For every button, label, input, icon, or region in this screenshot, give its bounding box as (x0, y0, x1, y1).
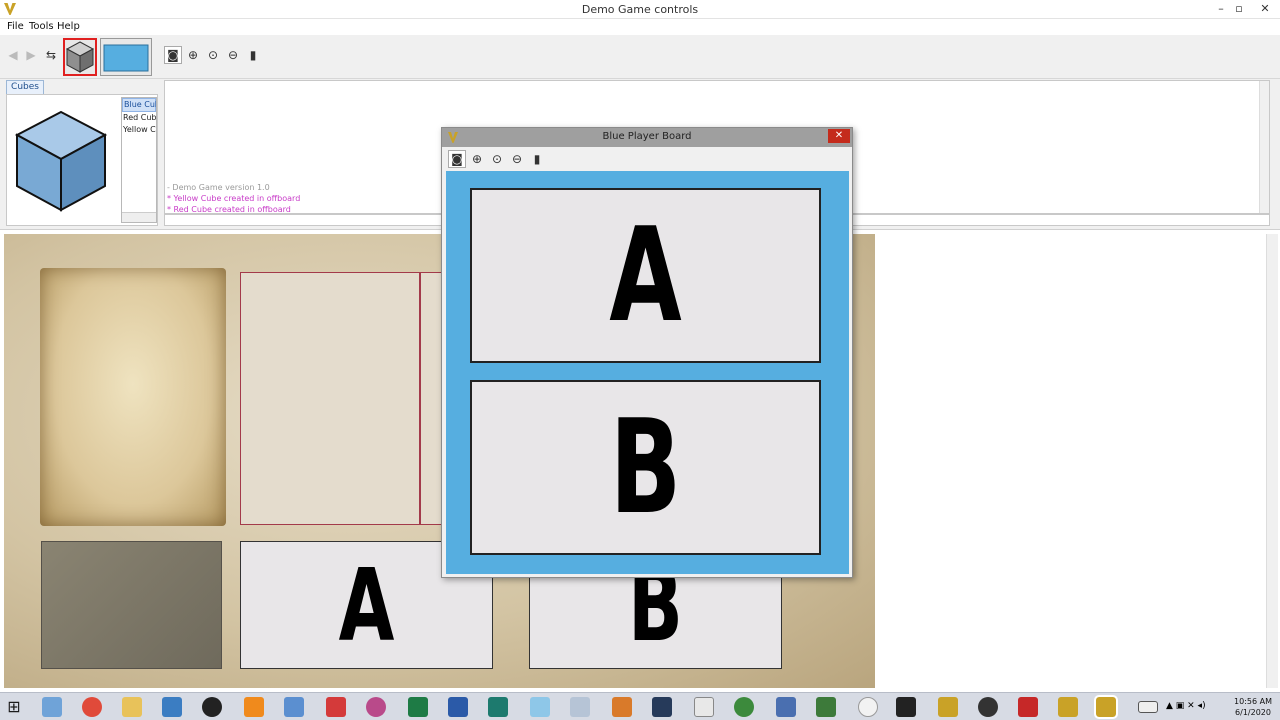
obs-icon[interactable] (978, 697, 998, 717)
list-hscrollbar[interactable] (122, 212, 156, 222)
board-card-a[interactable]: A (470, 188, 821, 363)
overview-icon[interactable]: ▮ (528, 150, 546, 168)
list-item-red-cube[interactable]: Red Cube (122, 112, 156, 124)
cube-list[interactable]: Blue Cube Red Cube Yellow Cube (121, 97, 157, 223)
menu-file[interactable]: File (7, 21, 24, 32)
tray-icons[interactable]: ▲ ▣ ✕ ◂) (1166, 701, 1206, 711)
list-item-yellow-cube[interactable]: Yellow Cube (122, 124, 156, 136)
blue-board-icon (103, 44, 149, 72)
vlc-icon[interactable] (244, 697, 264, 717)
chat-scrollbar[interactable] (1259, 81, 1269, 213)
app-icon[interactable] (816, 697, 836, 717)
vassal-icon[interactable] (938, 697, 958, 717)
swap-icon[interactable]: ⇆ (42, 46, 60, 64)
minimize-button[interactable]: – (1212, 2, 1230, 15)
zoom-out-icon[interactable]: ⊖ (224, 46, 242, 64)
dialog-title-bar[interactable]: Blue Player Board ✕ (442, 128, 852, 147)
gray-cube-icon (65, 41, 95, 73)
card-letter: A (609, 199, 682, 351)
word-icon[interactable] (448, 697, 468, 717)
zoom-out-icon[interactable]: ⊖ (508, 150, 526, 168)
undo-icon[interactable]: ◀ (4, 46, 22, 64)
camera-icon[interactable]: ◙ (164, 46, 182, 64)
excel-icon[interactable] (408, 697, 428, 717)
chat-line: * Yellow Cube created in offboard (167, 194, 301, 203)
clock-time: 10:56 AM (1234, 697, 1272, 706)
dialog-close-button[interactable]: ✕ (828, 129, 850, 143)
discard-card[interactable] (240, 272, 420, 525)
menu-bar: File Tools Help (0, 19, 1280, 35)
terminal-icon[interactable] (896, 697, 916, 717)
palette-panel: Blue Cube Red Cube Yellow Cube (6, 94, 158, 226)
chrome-icon[interactable] (82, 697, 102, 717)
publisher-icon[interactable] (488, 697, 508, 717)
close-button[interactable]: ✕ (1256, 2, 1274, 15)
dialog-title: Blue Player Board (602, 131, 692, 142)
itunes-icon[interactable] (858, 697, 878, 717)
vassal-icon[interactable] (1094, 695, 1118, 719)
app-icon[interactable] (694, 697, 714, 717)
app-icon[interactable] (326, 697, 346, 717)
app-icon[interactable] (776, 697, 796, 717)
network-icon[interactable] (162, 697, 182, 717)
card-letter: A (338, 547, 395, 664)
zoom-in-icon[interactable]: ⊕ (184, 46, 202, 64)
app-icon[interactable] (284, 697, 304, 717)
app-icon[interactable] (734, 697, 754, 717)
app-icon[interactable] (366, 697, 386, 717)
piece-palette: Cubes Blue Cube Red Cube Yellow Cube (4, 80, 158, 226)
cube-toolbar-button[interactable] (63, 38, 97, 76)
explorer-icon[interactable] (42, 697, 62, 717)
folder-icon[interactable] (122, 697, 142, 717)
camera-icon[interactable]: ◙ (448, 150, 466, 168)
window-title: Demo Game controls (581, 3, 699, 16)
player-board[interactable]: A B (446, 171, 849, 574)
clock-date: 6/1/2020 (1235, 708, 1271, 717)
taskbar: ⊞ ▲ ▣ ✕ ◂) 10:56 AM 6/1/2020 (0, 692, 1280, 720)
blue-player-board-window: Blue Player Board ✕ ◙ ⊕ ⊙ ⊖ ▮ A B (441, 127, 853, 578)
zoom-in-icon[interactable]: ⊕ (468, 150, 486, 168)
zoom-select-icon[interactable]: ⊙ (488, 150, 506, 168)
card-letter: B (609, 391, 682, 543)
chat-line: - Demo Game version 1.0 (167, 183, 270, 192)
app-icon[interactable] (612, 697, 632, 717)
blue-cube-icon (14, 110, 108, 212)
menu-help[interactable]: Help (57, 21, 80, 32)
keyboard-icon[interactable] (1138, 701, 1158, 713)
toolbar: ◀ ▶ ⇆ ◙ ⊕ ⊙ ⊖ ▮ (0, 35, 1280, 79)
title-bar: Demo Game controls – ▫ ✕ (0, 0, 1280, 19)
amazon-music-icon[interactable] (652, 697, 672, 717)
zoom-select-icon[interactable]: ⊙ (204, 46, 222, 64)
board-card-b[interactable]: B (470, 380, 821, 555)
acrobat-icon[interactable] (1018, 697, 1038, 717)
step-forward-icon[interactable]: ▶ (22, 46, 40, 64)
list-item-blue-cube[interactable]: Blue Cube (122, 98, 156, 112)
map-scrollbar[interactable] (1266, 234, 1278, 688)
clock[interactable]: 10:56 AM 6/1/2020 (1234, 696, 1272, 718)
app-icon[interactable] (202, 697, 222, 717)
deck-parchment[interactable] (40, 268, 226, 526)
chat-line: * Red Cube created in offboard (167, 205, 291, 214)
app-icon[interactable] (530, 697, 550, 717)
vassal-icon[interactable] (1058, 697, 1078, 717)
start-icon[interactable]: ⊞ (4, 697, 24, 717)
player-board-button[interactable] (100, 38, 152, 76)
calculator-icon[interactable] (570, 697, 590, 717)
maximize-button[interactable]: ▫ (1230, 2, 1248, 15)
deck-back[interactable] (41, 541, 222, 669)
dialog-toolbar: ◙ ⊕ ⊙ ⊖ ▮ (442, 147, 852, 171)
overview-icon[interactable]: ▮ (244, 46, 262, 64)
tab-cubes[interactable]: Cubes (6, 80, 44, 94)
menu-tools[interactable]: Tools (29, 21, 54, 32)
